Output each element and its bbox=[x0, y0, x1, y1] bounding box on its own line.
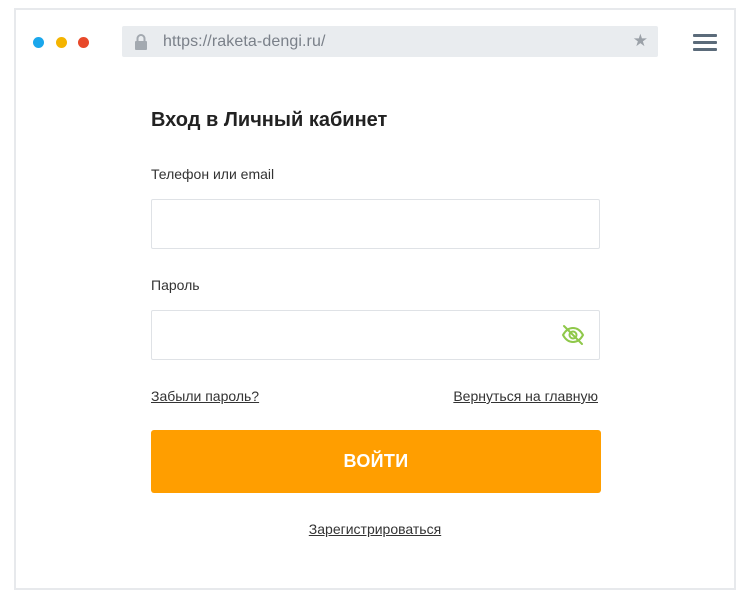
window-dot-blue bbox=[33, 37, 44, 48]
eye-off-icon[interactable] bbox=[561, 324, 585, 346]
page-title: Вход в Личный кабинет bbox=[151, 109, 388, 131]
menu-line bbox=[693, 34, 717, 37]
window-dot-yellow bbox=[56, 37, 67, 48]
address-bar[interactable]: https://raketa-dengi.ru/ ★ bbox=[122, 26, 658, 57]
browser-window: https://raketa-dengi.ru/ ★ Вход в Личный… bbox=[14, 8, 736, 590]
password-input[interactable] bbox=[151, 310, 600, 360]
window-dot-red bbox=[78, 37, 89, 48]
password-label: Пароль bbox=[151, 277, 200, 293]
register-link-text[interactable]: Зарегистрироваться bbox=[309, 521, 441, 537]
register-link: Зарегистрироваться bbox=[16, 521, 734, 537]
back-to-home-link[interactable]: Вернуться на главную bbox=[453, 388, 598, 404]
forgot-password-link[interactable]: Забыли пароль? bbox=[151, 388, 259, 404]
phone-email-input[interactable] bbox=[151, 199, 600, 249]
login-button[interactable]: ВОЙТИ bbox=[151, 430, 601, 493]
star-icon[interactable]: ★ bbox=[633, 32, 648, 50]
menu-line bbox=[693, 41, 717, 44]
hamburger-menu-icon[interactable] bbox=[693, 34, 717, 51]
lock-icon bbox=[135, 34, 147, 50]
menu-line bbox=[693, 48, 717, 51]
url-text: https://raketa-dengi.ru/ bbox=[163, 33, 326, 50]
phone-email-label: Телефон или email bbox=[151, 166, 275, 182]
